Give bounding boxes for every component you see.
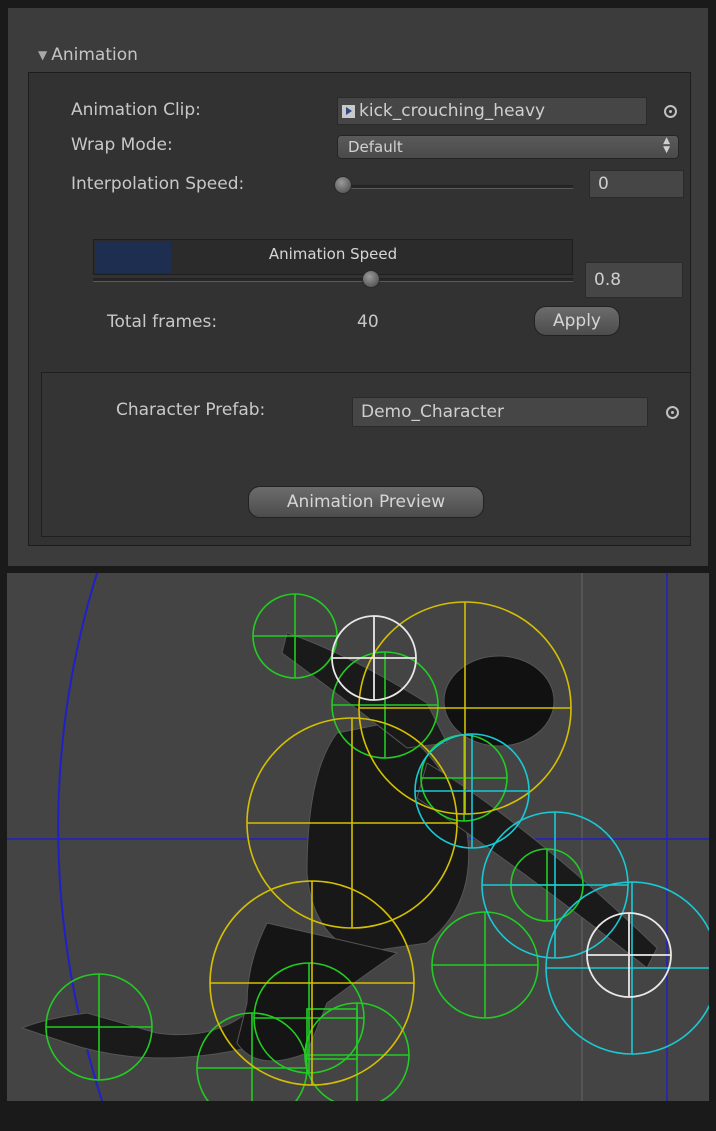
interpolation-speed-value: 0	[598, 174, 609, 194]
animation-clip-value: kick_crouching_heavy	[359, 101, 546, 121]
total-frames-value: 40	[357, 312, 379, 332]
wrap-mode-value: Default	[348, 138, 403, 156]
animation-preview-viewport[interactable]	[7, 573, 709, 1101]
animation-clip-picker-icon[interactable]	[664, 105, 677, 118]
character-head	[443, 655, 555, 747]
character-model	[20, 632, 658, 1062]
preview-scene[interactable]	[7, 573, 709, 1101]
dropdown-arrows-icon: ▲ ▼	[663, 136, 670, 155]
interpolation-speed-track[interactable]	[343, 185, 573, 189]
interpolation-speed-label: Interpolation Speed:	[71, 174, 245, 194]
character-prefab-value: Demo_Character	[361, 402, 504, 422]
animation-clip-field[interactable]: kick_crouching_heavy	[337, 97, 647, 125]
animation-foldout[interactable]: ▼ Animation	[38, 40, 138, 70]
apply-button[interactable]: Apply	[534, 306, 620, 336]
animation-speed-thumb[interactable]	[362, 270, 380, 288]
wrap-mode-label: Wrap Mode:	[71, 135, 173, 155]
character-prefab-picker-icon[interactable]	[666, 406, 679, 419]
animation-speed-field[interactable]: 0.8	[585, 262, 683, 298]
character-prefab-panel: Character Prefab: Demo_Character Animati…	[41, 372, 691, 537]
character-prefab-label: Character Prefab:	[116, 400, 266, 420]
total-frames-label: Total frames:	[107, 312, 218, 332]
section-title: Animation	[51, 45, 138, 65]
animation-speed-value: 0.8	[594, 270, 622, 290]
animation-clip-icon	[342, 104, 355, 118]
character-prefab-field[interactable]: Demo_Character	[352, 397, 648, 427]
wrap-mode-dropdown[interactable]: Default ▲ ▼	[337, 135, 679, 159]
animation-clip-label: Animation Clip:	[71, 100, 201, 120]
interpolation-speed-field[interactable]: 0	[589, 170, 684, 198]
animation-preview-button[interactable]: Animation Preview	[248, 486, 484, 518]
character-leg-back	[20, 991, 268, 1059]
animation-speed-track[interactable]	[93, 278, 573, 282]
interpolation-speed-thumb[interactable]	[334, 176, 352, 194]
foldout-arrow-icon[interactable]: ▼	[38, 48, 47, 62]
animation-speed-label: Animation Speed	[268, 245, 398, 263]
animation-speed-bar: Animation Speed	[93, 239, 573, 275]
